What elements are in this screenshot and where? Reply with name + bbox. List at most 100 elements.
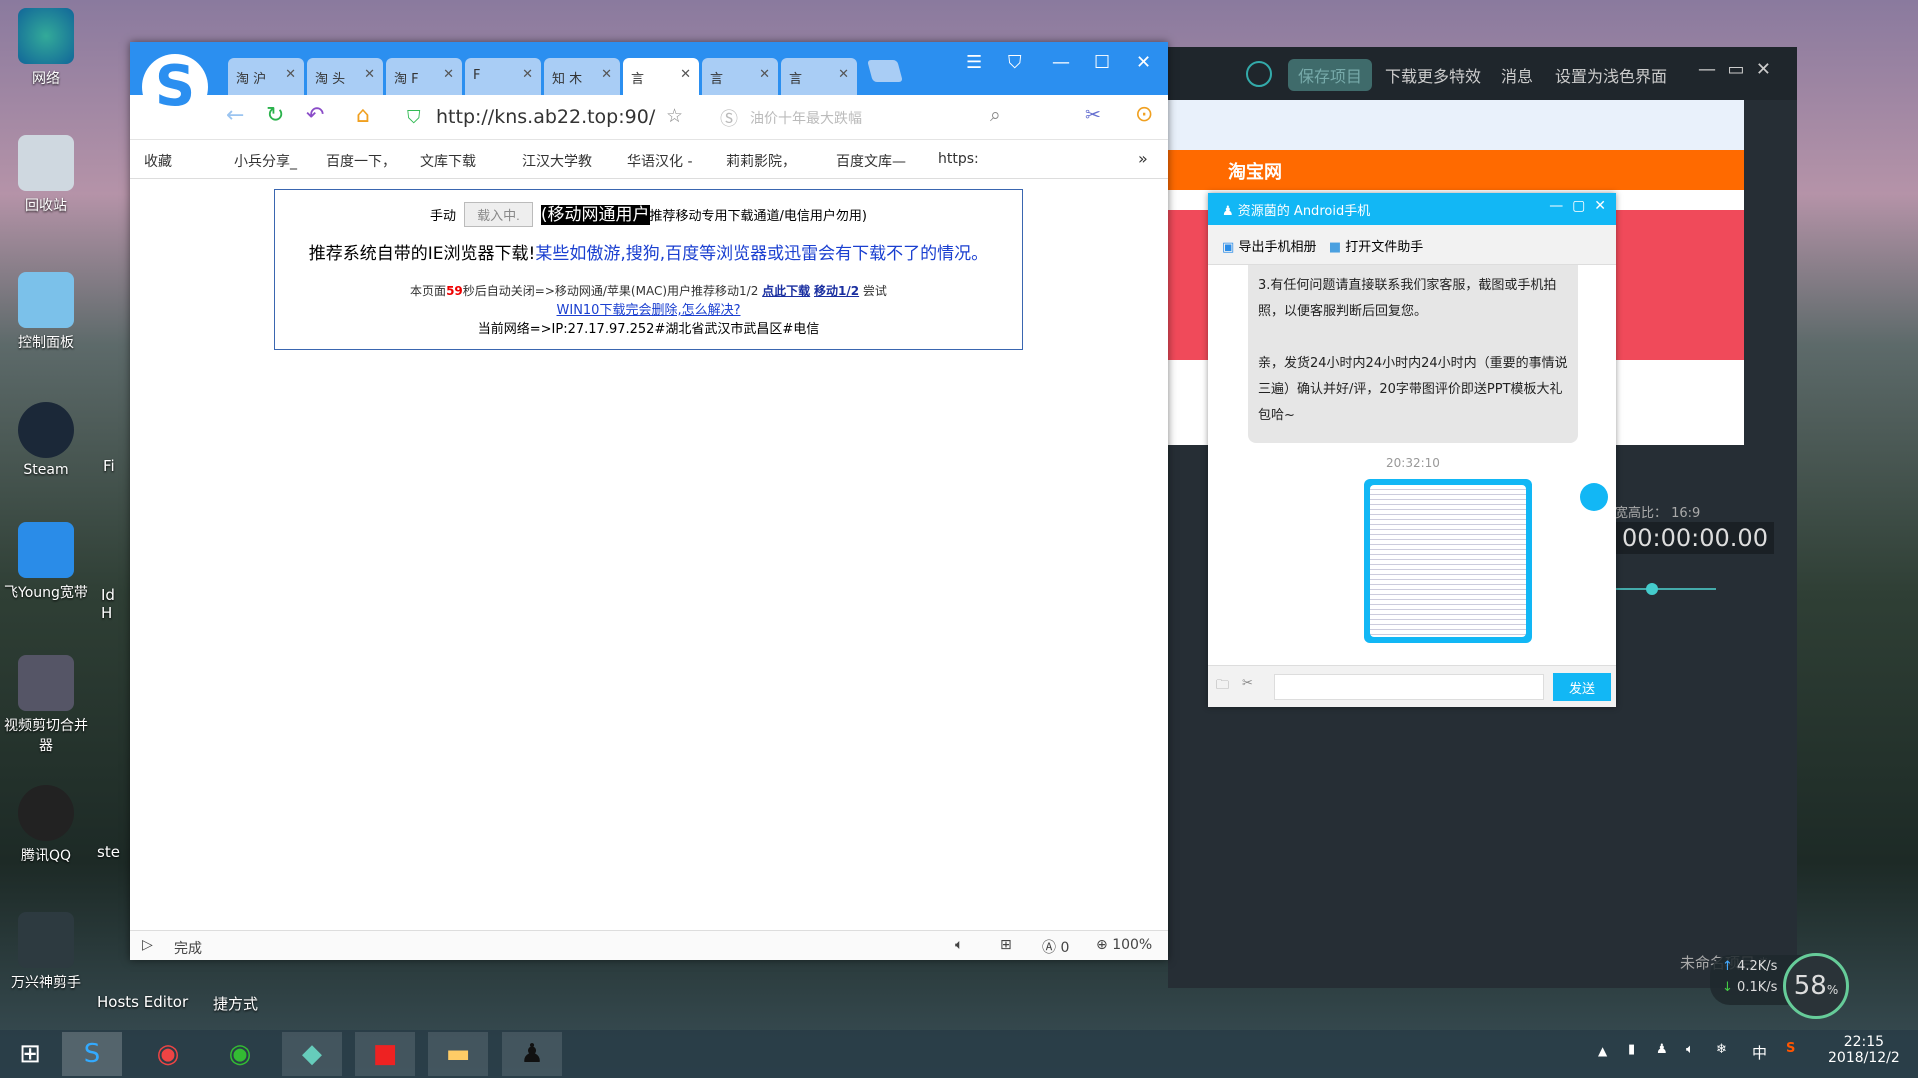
tab-close-icon[interactable]: ✕	[522, 67, 533, 82]
desktop-icon-feiyoung[interactable]: 飞Young宽带	[0, 522, 92, 602]
send-button[interactable]: 发送	[1553, 673, 1611, 701]
refresh-icon[interactable]: ↻	[266, 103, 284, 128]
desktop-icon-control-panel[interactable]: 控制面板	[0, 272, 92, 352]
tab[interactable]: 淘 头 ✕	[307, 58, 383, 95]
tab[interactable]: 言 ✕	[781, 58, 857, 95]
zoom-slider[interactable]	[1616, 583, 1716, 595]
scissors-icon[interactable]: ✂	[1242, 676, 1253, 691]
image-message[interactable]	[1364, 479, 1532, 643]
desktop-icon-filmora[interactable]: 万兴神剪手	[0, 912, 92, 992]
tab-close-icon[interactable]: ✕	[838, 67, 849, 82]
taskbar-sogou-browser[interactable]: S	[62, 1032, 122, 1076]
undo-icon[interactable]: ↶	[306, 103, 324, 128]
tab-close-icon[interactable]: ✕	[364, 67, 375, 82]
tray-qq-icon[interactable]: ♟	[1656, 1042, 1668, 1057]
taskbar-qq[interactable]: ♟	[502, 1032, 562, 1076]
messages-link[interactable]: 消息	[1501, 63, 1533, 87]
clock[interactable]: 22:15 2018/12/2	[1828, 1034, 1900, 1066]
tab-close-icon[interactable]: ✕	[285, 67, 296, 82]
tab[interactable]: 淘 F ✕	[386, 58, 462, 95]
tray-volume-icon[interactable]: 🔈︎	[1686, 1042, 1694, 1057]
taskbar-video-player[interactable]: ◉	[210, 1032, 270, 1076]
desktop-icon-hosts-editor[interactable]: Hosts Editor	[97, 993, 188, 1011]
taskbar-file-explorer[interactable]: ▬	[428, 1032, 488, 1076]
win10-help-link[interactable]: WIN10下载完会删除,怎么解决?	[557, 303, 741, 318]
tray-expand-icon[interactable]: ▲	[1598, 1044, 1607, 1058]
skin-icon[interactable]: ⛉	[1008, 52, 1022, 73]
desktop-icon-video-cutter[interactable]: 视频剪切合并器	[0, 655, 92, 755]
export-album-button[interactable]: 导出手机相册	[1238, 240, 1316, 255]
taskbar-filmora[interactable]: ◆	[282, 1032, 342, 1076]
tab[interactable]: 言 ✕	[702, 58, 778, 95]
close-button[interactable]: ✕	[1136, 52, 1151, 73]
desktop-icon-partial-fi[interactable]: Fi	[103, 457, 115, 475]
tab[interactable]: F ✕	[465, 58, 541, 95]
desktop-icon-partial-ste[interactable]: ste	[97, 843, 120, 861]
tab-close-icon[interactable]: ✕	[680, 67, 691, 82]
folder-icon[interactable]: 🗀︎	[1216, 676, 1229, 698]
bookmark-item[interactable]: 莉莉影院，	[726, 151, 796, 171]
desktop-icon-network[interactable]: 网络	[0, 8, 92, 88]
tray-battery-icon[interactable]: ▮	[1628, 1042, 1635, 1057]
bookmark-item[interactable]: 小兵分享_	[234, 151, 297, 171]
file-helper-button[interactable]: 打开文件助手	[1345, 240, 1423, 255]
screenshot-icon[interactable]: ✂	[1085, 104, 1101, 126]
zoom-level[interactable]: ⊕ 100%	[1096, 937, 1152, 953]
more-menu-icon[interactable]: ⊙	[1135, 102, 1153, 127]
sound-icon[interactable]: 🔈︎	[955, 937, 963, 953]
search-input[interactable]: 油价十年最大跌幅	[750, 108, 862, 128]
light-theme-link[interactable]: 设置为浅色界面	[1555, 63, 1667, 87]
search-engine-icon[interactable]: Ⓢ	[720, 105, 738, 131]
tab[interactable]: 淘 沪 ✕	[228, 58, 304, 95]
memory-usage-gauge[interactable]: 58%	[1783, 953, 1849, 1019]
taskbar-app-red[interactable]: ■	[355, 1032, 415, 1076]
sidebar-toggle-icon[interactable]: ▷	[142, 937, 153, 953]
tray-app-icon[interactable]: ❄	[1716, 1042, 1727, 1057]
loading-button[interactable]: 载入中.	[464, 202, 533, 227]
home-icon[interactable]: ⌂	[356, 103, 370, 128]
window-controls[interactable]: — ▢ ✕	[1549, 198, 1606, 214]
desktop-icon-qq[interactable]: 腾讯QQ	[0, 785, 92, 865]
taskbar-chrome[interactable]: ◉	[138, 1032, 198, 1076]
chat-title: 资源菌的 Android手机	[1237, 204, 1371, 219]
tray-sogou-ime-icon[interactable]: S	[1786, 1041, 1795, 1056]
adblock-icon[interactable]: Ⓐ 0	[1042, 937, 1069, 957]
download-speed: 0.1K/s	[1737, 980, 1778, 995]
bookmark-item[interactable]: 百度一下，	[326, 151, 396, 171]
search-icon[interactable]: ⌕	[990, 104, 1001, 126]
url-input[interactable]: http://kns.ab22.top:90/	[436, 106, 655, 128]
desktop-icon-steam[interactable]: Steam	[0, 402, 92, 478]
desktop-icon-partial-idh[interactable]: Id H	[101, 586, 127, 622]
desktop-icon-shortcut[interactable]: 捷方式	[213, 993, 258, 1014]
desktop-icon-recycle-bin[interactable]: 回收站	[0, 135, 92, 215]
bookmark-item[interactable]: 华语汉化 -	[627, 151, 693, 171]
sogou-logo-icon[interactable]: S	[142, 54, 208, 120]
star-icon[interactable]: ☆	[666, 105, 683, 127]
bookmark-item[interactable]: 收藏	[144, 151, 172, 171]
tab[interactable]: 言 ✕	[623, 58, 699, 95]
mobile-link[interactable]: 移动1/2	[814, 284, 859, 298]
tab-close-icon[interactable]: ✕	[759, 67, 770, 82]
tray-ime[interactable]: 中	[1752, 1042, 1767, 1063]
bookmarks-more-icon[interactable]: »	[1138, 149, 1148, 168]
window-controls[interactable]: — ▭ ✕	[1698, 59, 1771, 80]
download-link[interactable]: 点此下载	[762, 284, 810, 298]
save-project-button[interactable]: 保存项目	[1288, 59, 1373, 91]
new-tab-button[interactable]	[867, 60, 903, 82]
bookmark-item[interactable]: 百度文库—	[836, 151, 906, 171]
tab-close-icon[interactable]: ✕	[601, 67, 612, 82]
menu-icon[interactable]: ☰	[966, 52, 982, 73]
back-icon[interactable]: ←	[226, 103, 244, 128]
start-button[interactable]: ⊞	[0, 1032, 60, 1076]
battery-icon[interactable]: ⊞	[1000, 937, 1012, 953]
bookmark-item[interactable]: 文库下载	[420, 151, 476, 171]
bookmark-item[interactable]: https:	[938, 151, 979, 167]
bookmark-item[interactable]: 江汉大学教	[522, 151, 592, 171]
maximize-button[interactable]: ☐	[1094, 52, 1110, 73]
message-input[interactable]	[1274, 674, 1544, 700]
account-icon[interactable]	[1246, 61, 1272, 87]
tab-close-icon[interactable]: ✕	[443, 67, 454, 82]
download-effects-link[interactable]: 下载更多特效	[1385, 63, 1481, 87]
minimize-button[interactable]: —	[1052, 52, 1070, 73]
tab[interactable]: 知 木 ✕	[544, 58, 620, 95]
